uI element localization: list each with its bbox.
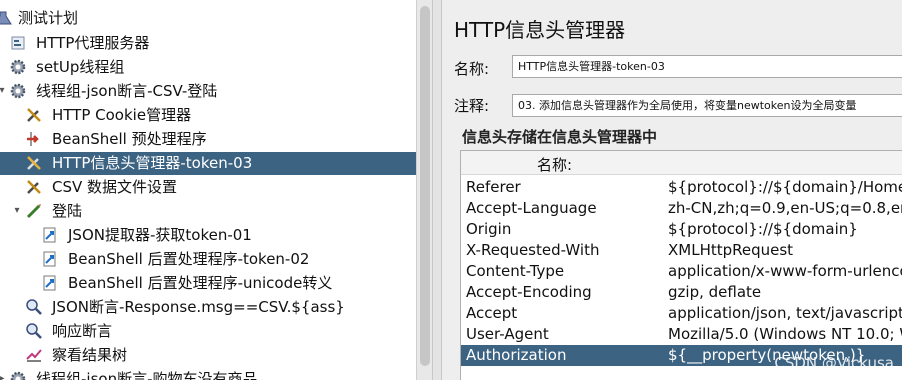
header-value-cell[interactable]: zh-CN,zh;q=0.9,en-US;q=0.8,en;q=0 — [668, 198, 902, 219]
tree-node-login-sampler[interactable]: ▾ 登陆 — [0, 200, 416, 223]
tree-node-json-assertion[interactable]: JSON断言-Response.msg==CSV.${ass} — [0, 296, 416, 319]
header-name-cell[interactable]: Referer — [466, 177, 521, 198]
magnifier-icon — [25, 322, 43, 340]
tree-node-label: 线程组-json断言-购物车没有商品 — [36, 370, 258, 380]
panel-title: HTTP信息头管理器 — [454, 18, 626, 42]
tree-node-label: 察看结果树 — [52, 346, 128, 364]
headers-group-title: 信息头存储在信息头管理器中 — [462, 128, 658, 146]
tree-node-beanshell-postprocessor-unicode[interactable]: BeanShell 后置处理程序-unicode转义 — [0, 272, 416, 295]
postprocessor-icon — [41, 226, 59, 244]
table-row[interactable]: Referer ${protocol}://${domain}/Home/Use… — [461, 177, 902, 198]
tree-node-label: BeanShell 预处理程序 — [52, 130, 207, 148]
postprocessor-icon — [41, 274, 59, 292]
table-row[interactable]: User-Agent Mozilla/5.0 (Windows NT 10.0;… — [461, 324, 902, 345]
tree-node-label: BeanShell 后置处理程序-unicode转义 — [68, 274, 333, 292]
expand-arrow-icon[interactable]: ▸ — [0, 373, 7, 380]
tree-node-header-manager[interactable]: HTTP信息头管理器-token-03 — [0, 152, 416, 175]
name-field[interactable]: HTTP信息头管理器-token-03 — [512, 55, 902, 78]
table-row[interactable]: Accept-Language zh-CN,zh;q=0.9,en-US;q=0… — [461, 198, 902, 219]
comment-field[interactable]: 03. 添加信息头管理器作为全局使用，将变量newtoken设为全局变量 — [512, 94, 902, 117]
expand-arrow-icon[interactable]: ▾ — [12, 205, 22, 216]
header-value-cell[interactable]: application/x-www-form-urlencoded — [668, 261, 902, 282]
header-name-cell[interactable]: User-Agent — [466, 324, 549, 345]
wrench-icon — [25, 106, 43, 124]
table-row[interactable]: X-Requested-With XMLHttpRequest — [461, 240, 902, 261]
header-name-cell[interactable]: Accept-Encoding — [466, 282, 592, 303]
magnifier-icon — [25, 298, 43, 316]
table-header[interactable]: 名称: — [461, 151, 902, 175]
table-row[interactable]: Accept-Encoding gzip, deflate — [461, 282, 902, 303]
header-name-cell[interactable]: Origin — [466, 219, 511, 240]
tree-node-label: 线程组-json断言-CSV-登陆 — [36, 82, 218, 100]
comment-label: 注释: — [454, 97, 490, 115]
wrench-icon — [25, 154, 43, 172]
tree-node-csv-data-set[interactable]: CSV 数据文件设置 — [0, 176, 416, 199]
proxy-server-icon — [9, 34, 27, 52]
gear-icon — [9, 82, 27, 100]
pane-splitter[interactable] — [432, 0, 442, 380]
tree-node-beanshell-postprocessor-token[interactable]: BeanShell 后置处理程序-token-02 — [0, 248, 416, 271]
tree-node-thread-group-cart[interactable]: ▸ 线程组-json断言-购物车没有商品 — [0, 368, 416, 380]
tree-node-test-plan[interactable]: 测试计划 — [0, 7, 416, 30]
tree-node-setup-thread-group[interactable]: setUp线程组 — [0, 56, 416, 79]
tree-scrollbar[interactable] — [416, 0, 432, 380]
table-row[interactable]: Accept application/json, text/javascript… — [461, 303, 902, 324]
tree-node-view-results-tree[interactable]: 察看结果树 — [0, 344, 416, 367]
sampler-pen-icon — [25, 202, 43, 220]
headers-table[interactable]: 名称: Referer ${protocol}://${domain}/Home… — [460, 150, 902, 380]
header-name-cell[interactable]: Accept — [466, 303, 517, 324]
name-label: 名称: — [454, 60, 490, 78]
header-value-cell[interactable]: ${protocol}://${domain} — [668, 219, 858, 240]
preprocessor-icon — [25, 130, 43, 148]
tree-node-response-assertion[interactable]: 响应断言 — [0, 320, 416, 343]
header-name-cell[interactable]: Content-Type — [466, 261, 564, 282]
header-value-cell[interactable]: application/json, text/javascript, */* — [668, 303, 902, 324]
column-header-name[interactable]: 名称: — [537, 154, 572, 175]
tree-node-label: HTTP Cookie管理器 — [52, 106, 192, 124]
gear-icon — [9, 58, 27, 76]
tree-node-thread-group-login[interactable]: ▾ 线程组-json断言-CSV-登陆 — [0, 80, 416, 103]
table-row[interactable]: Origin ${protocol}://${domain} — [461, 219, 902, 240]
expand-arrow-icon[interactable]: ▾ — [0, 85, 7, 96]
wrench-icon — [25, 178, 43, 196]
header-value-cell[interactable]: gzip, deflate — [668, 282, 761, 303]
tree-node-label: setUp线程组 — [36, 58, 125, 76]
header-value-cell[interactable]: XMLHttpRequest — [668, 240, 793, 261]
tree-node-label: 测试计划 — [18, 9, 79, 27]
scrollbar-thumb[interactable] — [420, 6, 430, 366]
tree-node-label: JSON提取器-获取token-01 — [68, 226, 252, 244]
gear-icon — [9, 370, 27, 380]
tree-node-label: JSON断言-Response.msg==CSV.${ass} — [52, 298, 345, 316]
test-plan-tree[interactable]: 测试计划 HTTP代理服务器 setUp线程组 ▾ 线程组-json断言-CSV… — [0, 0, 416, 380]
tree-node-label: HTTP信息头管理器-token-03 — [52, 154, 253, 172]
header-manager-panel: HTTP信息头管理器 名称: HTTP信息头管理器-token-03 注释: 0… — [442, 0, 902, 380]
tree-node-cookie-manager[interactable]: HTTP Cookie管理器 — [0, 104, 416, 127]
header-name-cell[interactable]: X-Requested-With — [466, 240, 599, 261]
tree-node-label: 登陆 — [52, 202, 83, 220]
header-name-cell[interactable]: Accept-Language — [466, 198, 597, 219]
header-value-cell[interactable]: Mozilla/5.0 (Windows NT 10.0; Win — [668, 324, 902, 345]
tree-node-label: HTTP代理服务器 — [36, 34, 150, 52]
tree-node-http-proxy[interactable]: HTTP代理服务器 — [0, 32, 416, 55]
header-name-cell[interactable]: Authorization — [466, 345, 566, 366]
tree-node-label: BeanShell 后置处理程序-token-02 — [68, 250, 310, 268]
test-plan-icon — [0, 9, 14, 27]
chart-icon — [25, 346, 43, 364]
table-row[interactable]: Content-Type application/x-www-form-urle… — [461, 261, 902, 282]
tree-node-label: 响应断言 — [52, 322, 113, 340]
header-value-cell[interactable]: ${protocol}://${domain}/Home/User — [668, 177, 902, 198]
tree-node-label: CSV 数据文件设置 — [52, 178, 178, 196]
tree-node-beanshell-preprocessor[interactable]: BeanShell 预处理程序 — [0, 128, 416, 151]
watermark: CSDN @Vickusa — [774, 354, 894, 372]
tree-node-json-extractor[interactable]: JSON提取器-获取token-01 — [0, 224, 416, 247]
postprocessor-icon — [41, 250, 59, 268]
